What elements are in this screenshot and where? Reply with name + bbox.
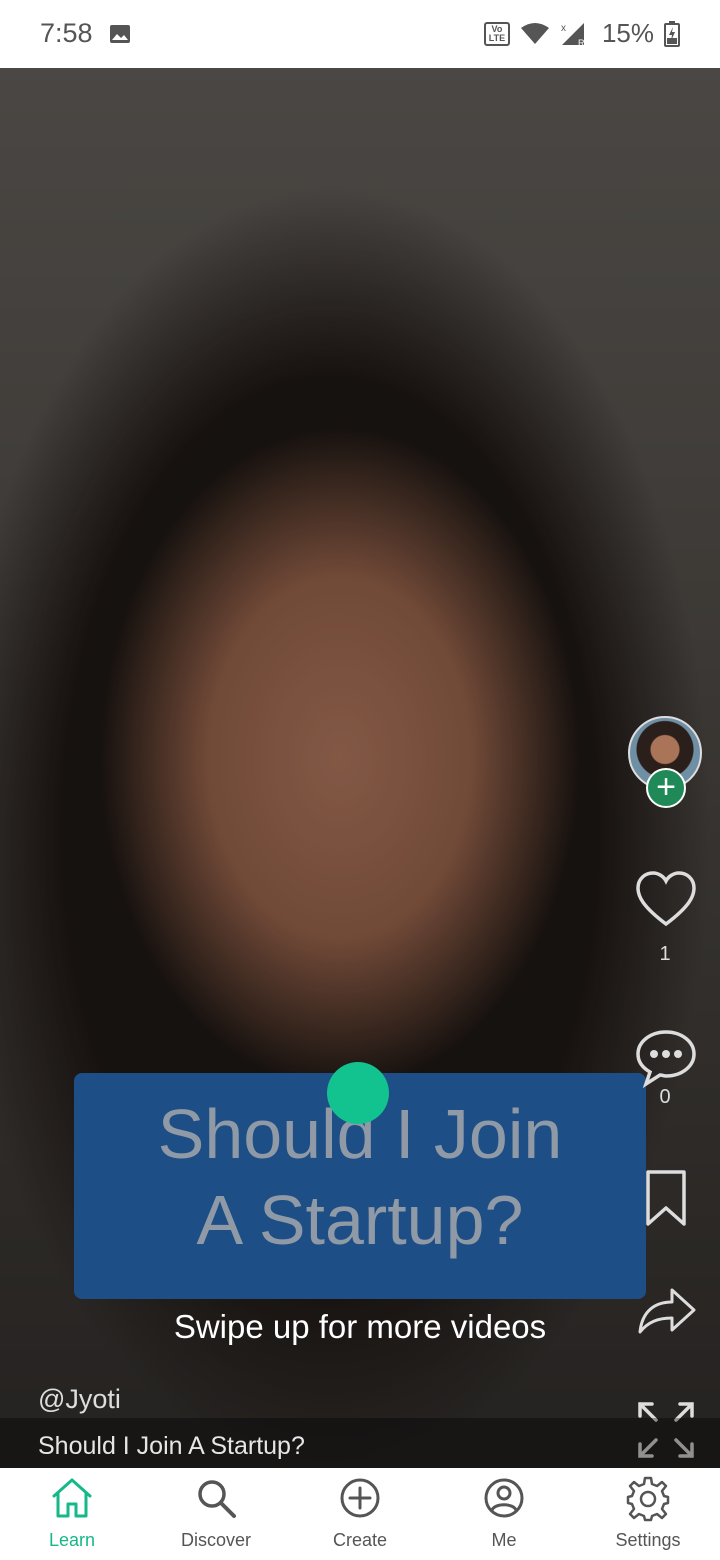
nav-label-create: Create (332, 1530, 388, 1550)
profile-icon (484, 1478, 524, 1518)
nav-discover[interactable]: Discover (144, 1468, 288, 1560)
nav-settings[interactable]: Settings (576, 1468, 720, 1560)
comment-count: 0 (659, 1086, 671, 1108)
nav-learn[interactable]: Learn (0, 1468, 144, 1560)
nav-create[interactable]: Create (288, 1468, 432, 1560)
nav-label-settings: Settings (615, 1530, 681, 1550)
video-title: Should I Join A Startup? (38, 1432, 305, 1460)
status-bar: 7:58 Vo LTE x R 15% (0, 0, 720, 68)
status-icons: Vo LTE x R 15% (483, 18, 680, 49)
volte-icon: Vo LTE (483, 21, 510, 46)
battery-charging-icon (664, 20, 680, 47)
author-avatar-button[interactable]: + (628, 716, 704, 808)
author-handle[interactable]: @Jyoti (38, 1384, 121, 1415)
nav-label-discover: Discover (180, 1530, 251, 1550)
comment-icon[interactable] (634, 1026, 698, 1090)
plus-circle-icon (340, 1478, 380, 1518)
battery-percent: 15% (601, 18, 654, 48)
heart-icon[interactable] (634, 868, 698, 932)
video-card-title-line2: A Startup? (196, 1181, 524, 1259)
video-player[interactable]: Should I Join A Startup? Swipe up for mo… (0, 68, 720, 1468)
svg-text:x: x (561, 23, 566, 34)
wifi-icon (520, 22, 549, 44)
nav-label-me: Me (491, 1530, 517, 1550)
signal-icon: x R (561, 22, 585, 47)
bookmark-icon[interactable] (634, 1166, 698, 1230)
progress-dot (327, 1062, 389, 1124)
like-count: 1 (659, 943, 671, 965)
status-time: 7:58 (40, 18, 93, 48)
svg-text:R: R (578, 38, 585, 47)
nav-label-learn: Learn (48, 1530, 96, 1550)
bottom-nav: Learn Discover Create Me Settings (0, 1468, 720, 1560)
home-icon (52, 1478, 92, 1518)
image-notification-icon (110, 25, 130, 43)
follow-button[interactable]: + (646, 768, 686, 808)
gear-icon (626, 1476, 670, 1522)
action-rail: + 1 0 (610, 68, 720, 1468)
nav-me[interactable]: Me (432, 1468, 576, 1560)
share-icon[interactable] (634, 1278, 698, 1342)
search-icon (198, 1480, 236, 1518)
